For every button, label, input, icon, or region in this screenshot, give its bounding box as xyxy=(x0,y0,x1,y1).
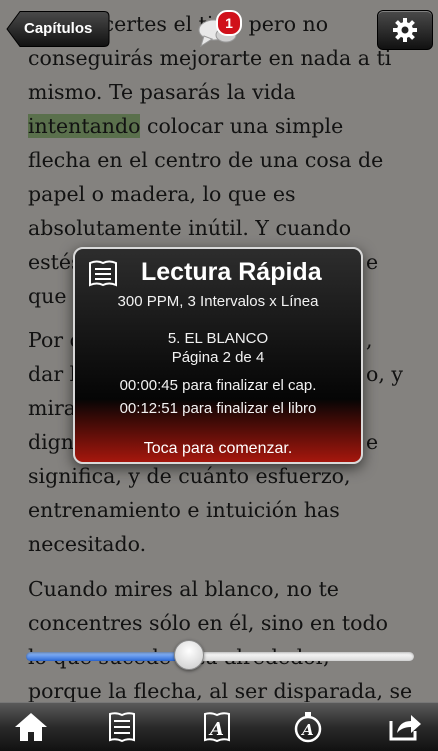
slider-thumb[interactable] xyxy=(173,640,204,670)
svg-text:A: A xyxy=(300,721,314,739)
contents-button[interactable] xyxy=(104,709,140,745)
back-button-label: Capítulos xyxy=(24,20,93,37)
font-icon: A xyxy=(204,712,230,743)
home-icon xyxy=(15,713,47,741)
bottom-toolbar: A A xyxy=(0,702,438,751)
svg-text:A: A xyxy=(208,719,224,740)
popup-title: Lectura Rápida xyxy=(141,258,322,286)
share-icon xyxy=(389,715,421,741)
chapter-time-remaining: 00:00:45 para finalizar el cap. xyxy=(119,377,317,394)
start-prompt[interactable]: Toca para comenzar. xyxy=(75,440,361,458)
slider-track-remaining[interactable] xyxy=(188,652,414,661)
font-settings-button[interactable]: A xyxy=(199,709,235,745)
share-button[interactable] xyxy=(387,709,423,745)
speed-read-button[interactable]: A xyxy=(290,709,326,745)
speed-read-icon: A xyxy=(294,712,322,743)
page-indicator: Página 2 de 4 xyxy=(171,349,265,366)
gear-icon xyxy=(393,18,417,42)
notification-badge[interactable]: 1 xyxy=(216,10,242,36)
speed-reading-popup[interactable]: Lectura Rápida 300 PPM, 3 Intervalos x L… xyxy=(73,247,363,464)
chapter-name: 5. EL BLANCO xyxy=(167,330,269,347)
chapters-back-button[interactable]: Capítulos xyxy=(6,10,110,48)
book-list-icon xyxy=(109,712,135,743)
book-list-icon xyxy=(89,260,117,287)
speed-settings: 300 PPM, 3 Intervalos x Línea xyxy=(117,293,319,310)
home-button[interactable] xyxy=(13,709,49,745)
book-time-remaining: 00:12:51 para finalizar el libro xyxy=(119,400,317,417)
slider-track-progress[interactable] xyxy=(26,652,189,661)
settings-button[interactable] xyxy=(377,10,433,50)
